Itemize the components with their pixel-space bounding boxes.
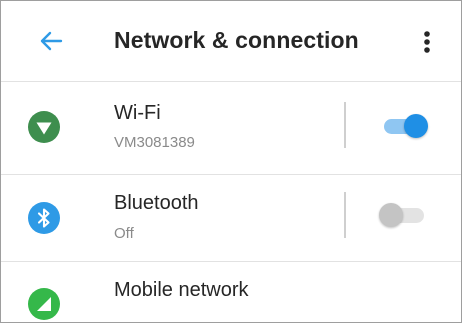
vertical-divider: [344, 102, 346, 148]
mobile-network-title: Mobile network: [114, 279, 249, 301]
wifi-setting-row[interactable]: Wi-Fi VM3081389: [1, 82, 461, 175]
bluetooth-setting-row[interactable]: Bluetooth Off: [1, 175, 461, 262]
app-bar: Network & connection: [1, 1, 461, 82]
bluetooth-icon: [28, 202, 60, 234]
bluetooth-status: Off: [114, 225, 134, 242]
signal-icon: [28, 288, 60, 320]
page-title: Network & connection: [114, 27, 359, 53]
toggle-thumb: [379, 203, 403, 227]
wifi-title: Wi-Fi: [114, 102, 161, 124]
toggle-thumb: [404, 114, 428, 138]
wifi-toggle[interactable]: [379, 111, 431, 141]
wifi-network-name: VM3081389: [114, 134, 195, 151]
bluetooth-toggle[interactable]: [379, 200, 431, 230]
vertical-divider: [344, 192, 346, 238]
settings-screen: Network & connection Wi-Fi VM3081389 Blu…: [0, 0, 462, 323]
wifi-icon: [28, 111, 60, 143]
bluetooth-title: Bluetooth: [114, 192, 199, 214]
more-options-icon[interactable]: [413, 25, 441, 59]
back-arrow-icon[interactable]: [33, 23, 69, 59]
mobile-network-row[interactable]: Mobile network: [1, 262, 461, 322]
